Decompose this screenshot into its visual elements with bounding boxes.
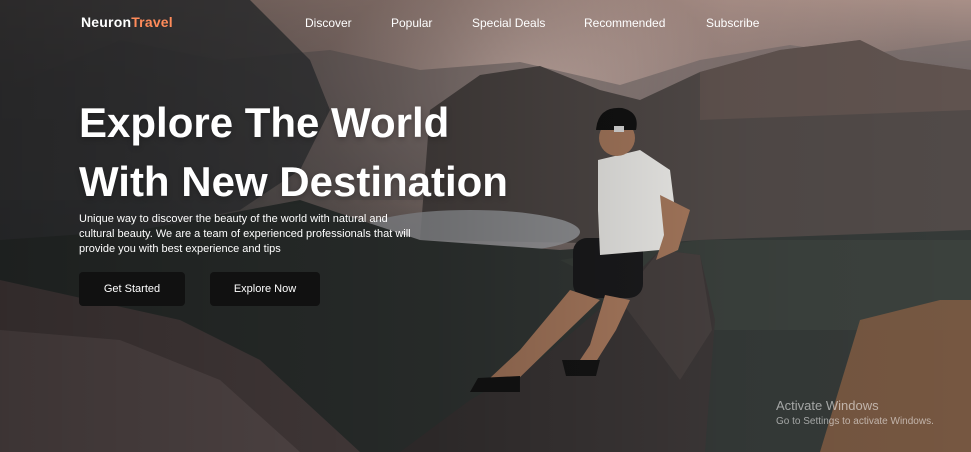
nav-item-discover[interactable]: Discover — [305, 16, 352, 30]
explore-now-button[interactable]: Explore Now — [210, 272, 320, 306]
brand-name-part2: Travel — [131, 14, 173, 30]
nav-item-popular[interactable]: Popular — [391, 16, 432, 30]
top-navbar: NeuronTravel Discover Popular Special De… — [0, 0, 971, 44]
brand-name-part1: Neuron — [81, 14, 132, 30]
brand-logo[interactable]: NeuronTravel — [81, 14, 173, 30]
watermark-subtitle: Go to Settings to activate Windows. — [776, 416, 934, 427]
windows-activation-watermark: Activate Windows Go to Settings to activ… — [776, 398, 934, 427]
hero-description: Unique way to discover the beauty of the… — [79, 213, 411, 255]
nav-item-subscribe[interactable]: Subscribe — [706, 16, 759, 30]
watermark-title: Activate Windows — [776, 398, 879, 413]
hero-headline: Explore The World With New Destination — [79, 93, 599, 211]
hero-headline-line1: Explore The World — [79, 99, 450, 146]
get-started-button[interactable]: Get Started — [79, 272, 185, 306]
nav-item-recommended[interactable]: Recommended — [584, 16, 665, 30]
hero-headline-line2: With New Destination — [79, 158, 508, 205]
nav-item-special-deals[interactable]: Special Deals — [472, 16, 545, 30]
